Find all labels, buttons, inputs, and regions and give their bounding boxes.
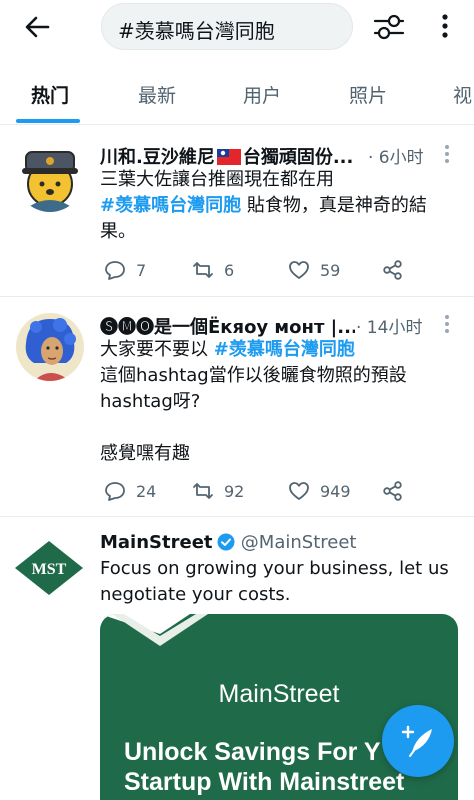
taiwan-flag-icon bbox=[216, 149, 241, 165]
divider bbox=[0, 516, 474, 517]
display-name[interactable]: MainStreet @MainStreet bbox=[100, 532, 356, 553]
retweet-icon bbox=[193, 262, 213, 278]
more-vertical-icon[interactable] bbox=[444, 144, 450, 164]
tweet-time: · 6小时 bbox=[368, 148, 424, 168]
active-tab-indicator bbox=[16, 119, 80, 123]
tab-top[interactable]: 热门 bbox=[31, 81, 69, 108]
display-name[interactable]: 🅢🅜🅞是一個Ёкяоу монт |... bbox=[100, 313, 355, 339]
sliders-icon[interactable] bbox=[372, 12, 406, 42]
avatar[interactable] bbox=[16, 313, 84, 381]
top-bar: #羡慕嗎台灣同胞 bbox=[0, 0, 474, 54]
avatar[interactable] bbox=[16, 144, 84, 212]
verified-badge-icon bbox=[217, 533, 235, 551]
heart-icon bbox=[289, 261, 309, 279]
like-button[interactable]: 59 bbox=[288, 257, 340, 283]
tab-people[interactable]: 用户 bbox=[243, 81, 281, 108]
speech-bubble-icon bbox=[105, 261, 125, 280]
promo-headline: Unlock Savings For Y bbox=[124, 738, 381, 766]
promo-headline: Startup With Mainstreet bbox=[124, 768, 405, 796]
promo-brand: MainStreet bbox=[218, 680, 340, 708]
reply-button[interactable]: 24 bbox=[104, 478, 156, 504]
more-vertical-icon[interactable] bbox=[444, 314, 450, 334]
share-icon bbox=[383, 481, 402, 501]
retweet-icon bbox=[193, 483, 213, 499]
share-icon bbox=[383, 260, 402, 280]
tab-photos[interactable]: 照片 bbox=[349, 81, 387, 108]
search-input[interactable]: #羡慕嗎台灣同胞 bbox=[101, 3, 353, 50]
hashtag-link[interactable]: #羡慕嗎台灣同胞 bbox=[214, 339, 355, 360]
avatar[interactable]: MST bbox=[14, 540, 84, 596]
tweet-actions: 24 92 949 bbox=[100, 478, 430, 504]
display-name[interactable]: 川和.豆沙維尼 台獨頑固份... bbox=[100, 143, 353, 169]
tab-latest[interactable]: 最新 bbox=[138, 81, 176, 108]
tweet-time: · 14小时 bbox=[356, 318, 423, 338]
like-button[interactable]: 949 bbox=[288, 478, 351, 504]
svg-text:MST: MST bbox=[32, 561, 67, 578]
tweet-actions: 7 6 59 bbox=[100, 257, 430, 283]
compose-button[interactable] bbox=[382, 705, 454, 777]
retweet-button[interactable]: 6 bbox=[192, 257, 234, 283]
search-tabs: 热门 最新 用户 照片 视 bbox=[0, 68, 474, 124]
tweet-text: 大家要不要以 #羡慕嗎台灣同胞 這個hashtag當作以後曬食物照的預設hash… bbox=[100, 339, 407, 464]
tweet-text: Focus on growing your business, let us n… bbox=[100, 558, 455, 605]
heart-icon bbox=[289, 482, 309, 500]
divider bbox=[0, 124, 474, 125]
divider bbox=[0, 296, 474, 297]
arrow-left-icon[interactable] bbox=[22, 12, 52, 42]
retweet-button[interactable]: 92 bbox=[192, 478, 244, 504]
reply-button[interactable]: 7 bbox=[104, 257, 146, 283]
speech-bubble-icon bbox=[105, 482, 125, 501]
tweet-text: 三葉大佐讓台推圈現在都在用 #羡慕嗎台灣同胞 貼食物，真是神奇的結果。 bbox=[100, 169, 427, 242]
share-button[interactable] bbox=[382, 257, 404, 283]
tab-videos[interactable]: 视 bbox=[453, 81, 472, 108]
search-query: #羡慕嗎台灣同胞 bbox=[118, 19, 275, 43]
feather-plus-icon bbox=[401, 725, 432, 757]
promo-chevron-graphic bbox=[100, 614, 208, 646]
more-vertical-icon[interactable] bbox=[436, 12, 454, 42]
share-button[interactable] bbox=[382, 478, 404, 504]
hashtag-link[interactable]: #羡慕嗎台灣同胞 bbox=[100, 195, 241, 216]
